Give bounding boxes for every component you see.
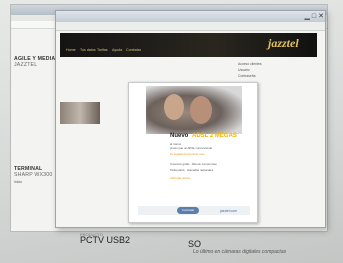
right-panel-row-2[interactable]: Usuario (238, 68, 250, 72)
print-heading-pctv: PCTV USB2 (80, 235, 131, 245)
ad-footer-link[interactable]: jazztel.com (220, 209, 237, 213)
ad-photo (146, 86, 242, 134)
ad-headline-highlight: ADSL 2 MEGAS (192, 133, 237, 139)
ad-line-2: precio que un ADSL convencional (170, 146, 212, 150)
man-face (190, 96, 212, 124)
nav-item-home[interactable]: Home (66, 48, 76, 52)
back-note: Inicio (14, 180, 22, 184)
ad-line-4: Conexion gratis · Alta sin compromiso (170, 162, 217, 166)
back-heading-1: AGILE Y MEDIA JAZZTEL (14, 56, 56, 68)
right-panel-row-1: Acceso clientes (238, 62, 262, 66)
jazztel-logo[interactable]: jazztel (268, 36, 299, 51)
ad-headline: Nuevo (170, 133, 189, 139)
nav-item-ayuda[interactable]: Ayuda (112, 48, 122, 52)
ad-cta-button[interactable]: Contratar (177, 207, 199, 214)
minimize-icon[interactable]: ▁ (305, 13, 312, 20)
left-thumbnail-image[interactable] (60, 102, 100, 124)
front-title-bar (56, 11, 325, 22)
ad-line-6: Infórmate ahora (170, 176, 190, 180)
ad-line-3: Te regalamos el primer mes (170, 152, 205, 156)
front-toolbar (56, 22, 325, 31)
right-panel-row-3[interactable]: Contraseña (238, 74, 256, 78)
nav-item-datos[interactable]: Tus datos (80, 48, 96, 52)
ad-line-5: Tarifa plana · Llamadas nacionales (170, 168, 214, 172)
print-heading-so: SO (188, 239, 202, 249)
window-controls[interactable]: ▁□✕ (305, 12, 327, 20)
print-caption: Lo último en cámaras digitales compactas (193, 249, 287, 255)
nav-item-contratar[interactable]: Contratar (126, 48, 141, 52)
woman-face (164, 94, 184, 120)
back-heading-2: TERMINAL SHARP WX300 (14, 166, 53, 178)
close-icon[interactable]: ✕ (318, 13, 326, 20)
nav-item-tarifas[interactable]: Tarifas (97, 48, 108, 52)
